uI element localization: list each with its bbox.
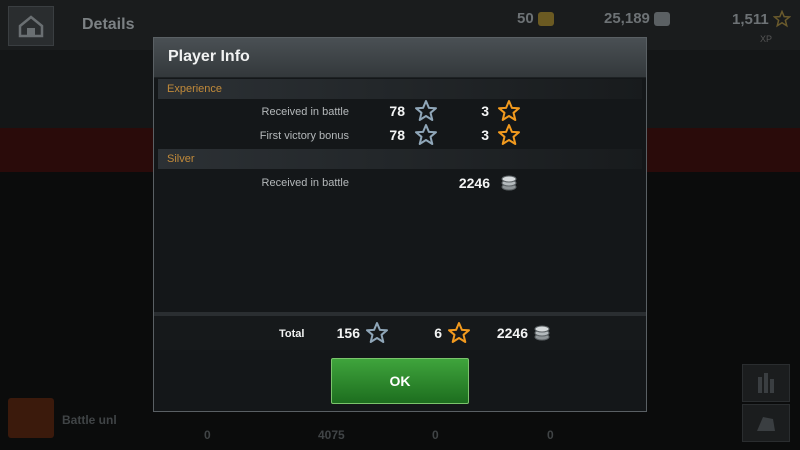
gold-balance: 50 [517, 10, 554, 27]
total-free-xp-value: 6 [434, 325, 442, 341]
xp-star-icon [415, 100, 437, 121]
bottom-stat-3: 0 [432, 428, 439, 442]
dialog-title: Player Info [168, 48, 250, 65]
tank-icon [757, 417, 775, 431]
xp-value-received-battle: 78 [389, 103, 405, 119]
xp-value-first-victory: 78 [389, 127, 405, 143]
stats-icon [758, 373, 774, 393]
free-xp-star-icon [498, 124, 520, 145]
free-xp-value-first-victory: 3 [481, 127, 489, 143]
bottom-stat-2: 4075 [318, 428, 345, 442]
free-xp-value-received-battle: 3 [481, 103, 489, 119]
home-button[interactable] [8, 6, 54, 46]
row-label-received-battle: Received in battle [261, 106, 349, 118]
dialog-header: Player Info [154, 38, 646, 78]
home-icon [18, 15, 44, 38]
player-info-dialog: Player Info Experience Received in battl… [153, 37, 647, 412]
bottom-stat-1: 0 [204, 428, 211, 442]
total-silver-value: 2246 [496, 325, 528, 341]
free-xp-star-icon [498, 100, 520, 121]
silver-coin-icon [534, 325, 550, 341]
silver-value-received: 2246 [458, 175, 490, 191]
total-label: Total [279, 328, 305, 340]
free-xp-star-icon [448, 322, 470, 343]
experience-section-header: Experience [158, 79, 642, 99]
row-label-first-victory: First victory bonus [259, 130, 349, 142]
tank-button[interactable] [742, 404, 790, 442]
row-label-silver-received: Received in battle [261, 177, 349, 189]
xp-star-icon [772, 10, 791, 28]
total-xp-value: 156 [336, 325, 360, 341]
page-title: Details [82, 16, 135, 33]
silver-section-header: Silver [158, 149, 642, 169]
silver-coin-icon [653, 11, 670, 26]
battle-unlock-text: Battle unl [62, 413, 117, 427]
xp-star-icon [366, 322, 388, 343]
bottom-stat-4: 0 [547, 428, 554, 442]
total-bar: Total 156 6 2246 [154, 316, 646, 350]
xp-balance: 1,511 [732, 10, 791, 28]
silver-balance: 25,189 [604, 10, 670, 27]
emblem-icon [8, 398, 54, 438]
silver-coin-icon [501, 175, 517, 191]
gold-coin-icon [537, 11, 554, 26]
xp-label: XP [760, 34, 773, 44]
xp-star-icon [415, 124, 437, 145]
stats-button[interactable] [742, 364, 790, 402]
ok-button[interactable]: OK [331, 358, 469, 404]
